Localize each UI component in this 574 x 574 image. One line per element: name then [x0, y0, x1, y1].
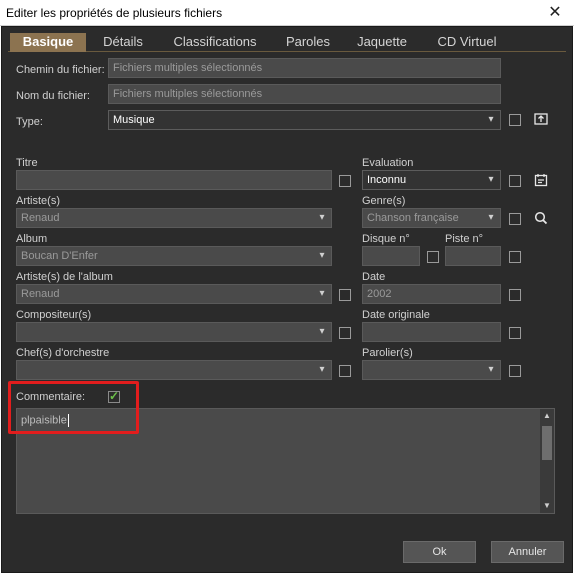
scroll-down-icon[interactable]: ▼	[540, 499, 554, 513]
commentaire-checkbox[interactable]	[108, 389, 120, 403]
album-label: Album	[16, 233, 48, 245]
chef-checkbox[interactable]	[339, 365, 351, 377]
chemin-field[interactable]: Fichiers multiples sélectionnés	[108, 58, 501, 78]
chef-label: Chef(s) d'orchestre	[16, 347, 110, 359]
date-label: Date	[362, 271, 386, 283]
tab-basique[interactable]: Basique	[10, 33, 86, 52]
piste-label: Piste n°	[445, 233, 484, 245]
titre-checkbox[interactable]	[339, 175, 351, 187]
tab-paroles[interactable]: Paroles	[280, 33, 336, 52]
artiste-album-select-value: Renaud	[21, 288, 60, 300]
window-title: Editer les propriétés de plusieurs fichi…	[6, 6, 223, 20]
date-originale-checkbox[interactable]	[509, 327, 521, 339]
close-icon[interactable]: ✕	[544, 3, 566, 23]
chevron-down-icon: ▾	[319, 212, 325, 223]
tab-jaquette[interactable]: Jaquette	[351, 33, 413, 52]
piste-field[interactable]	[445, 246, 501, 266]
chevron-down-icon: ▾	[488, 174, 494, 185]
chevron-down-icon: ▾	[319, 326, 325, 337]
tab-details[interactable]: Détails	[96, 33, 150, 52]
artiste-select[interactable]: Renaud ▾	[16, 208, 332, 228]
date-field[interactable]: 2002	[362, 284, 501, 304]
parolier-checkbox[interactable]	[509, 365, 521, 377]
nom-field[interactable]: Fichiers multiples sélectionnés	[108, 84, 501, 104]
commentaire-text: plpaisible	[21, 414, 69, 427]
commentaire-textarea[interactable]: plpaisible ▲ ▼	[16, 408, 555, 514]
search-icon[interactable]	[533, 211, 549, 227]
type-checkbox[interactable]	[509, 114, 521, 126]
tab-classifications[interactable]: Classifications	[168, 33, 262, 52]
date-checkbox[interactable]	[509, 289, 521, 301]
chevron-down-icon: ▾	[319, 364, 325, 375]
artiste-label: Artiste(s)	[16, 195, 60, 207]
artiste-select-value: Renaud	[21, 212, 60, 224]
tab-cd-virtuel[interactable]: CD Virtuel	[426, 33, 508, 52]
commentaire-scrollbar[interactable]: ▲ ▼	[540, 409, 554, 513]
type-select-value: Musique	[113, 114, 155, 126]
dialog-body: Basique Détails Classifications Paroles …	[1, 26, 573, 573]
evaluation-label: Evaluation	[362, 157, 414, 169]
chevron-down-icon: ▾	[319, 288, 325, 299]
title-bar: Editer les propriétés de plusieurs fichi…	[0, 0, 574, 26]
scrollbar-thumb[interactable]	[542, 426, 552, 460]
compositeur-label: Compositeur(s)	[16, 309, 92, 321]
date-originale-label: Date originale	[362, 309, 430, 321]
titre-label: Titre	[16, 157, 38, 169]
tab-bar: Basique Détails Classifications Paroles …	[8, 33, 566, 52]
evaluation-select[interactable]: Inconnu ▾	[362, 170, 501, 190]
chevron-down-icon: ▾	[488, 364, 494, 375]
artiste-album-label: Artiste(s) de l'album	[16, 271, 113, 283]
genre-select[interactable]: Chanson française ▾	[362, 208, 501, 228]
calendar-icon[interactable]	[533, 173, 549, 189]
ok-button[interactable]: Ok	[403, 541, 476, 563]
nom-label: Nom du fichier:	[16, 90, 90, 102]
artiste-album-select[interactable]: Renaud ▾	[16, 284, 332, 304]
parolier-label: Parolier(s)	[362, 347, 413, 359]
disque-label: Disque n°	[362, 233, 410, 245]
album-select-value: Boucan D'Enfer	[21, 250, 98, 262]
genre-select-value: Chanson française	[367, 212, 459, 224]
album-select[interactable]: Boucan D'Enfer ▾	[16, 246, 332, 266]
text-caret	[67, 414, 69, 427]
evaluation-select-value: Inconnu	[367, 174, 407, 186]
titre-field[interactable]	[16, 170, 332, 190]
cancel-button[interactable]: Annuler	[491, 541, 564, 563]
type-label: Type:	[16, 116, 43, 128]
chevron-down-icon: ▾	[488, 212, 494, 223]
chevron-down-icon: ▾	[319, 250, 325, 261]
disque-checkbox[interactable]	[427, 251, 439, 263]
compositeur-checkbox[interactable]	[339, 327, 351, 339]
export-icon[interactable]	[533, 112, 549, 128]
type-select[interactable]: Musique ▾	[108, 110, 501, 130]
artiste-album-checkbox[interactable]	[339, 289, 351, 301]
disque-field[interactable]	[362, 246, 420, 266]
parolier-select[interactable]: ▾	[362, 360, 501, 380]
evaluation-checkbox[interactable]	[509, 175, 521, 187]
scroll-up-icon[interactable]: ▲	[540, 409, 554, 423]
commentaire-value: plpaisible	[21, 414, 67, 427]
date-originale-field[interactable]	[362, 322, 501, 342]
chef-select[interactable]: ▾	[16, 360, 332, 380]
commentaire-label: Commentaire:	[16, 391, 86, 403]
genre-label: Genre(s)	[362, 195, 406, 207]
chevron-down-icon: ▾	[488, 114, 494, 125]
piste-checkbox[interactable]	[509, 251, 521, 263]
compositeur-select[interactable]: ▾	[16, 322, 332, 342]
genre-checkbox[interactable]	[509, 213, 521, 225]
chemin-label: Chemin du fichier:	[16, 64, 105, 76]
